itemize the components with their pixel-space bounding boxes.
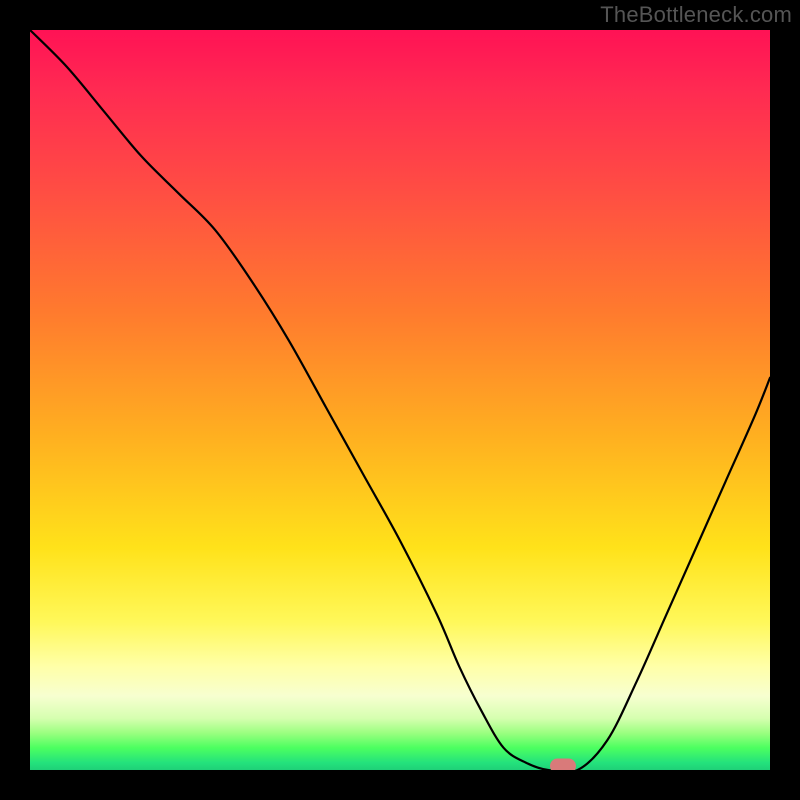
chart-frame: TheBottleneck.com [0,0,800,800]
watermark-text: TheBottleneck.com [600,2,792,28]
plot-area [30,30,770,770]
optimal-marker [550,759,576,771]
bottleneck-curve [30,30,770,770]
